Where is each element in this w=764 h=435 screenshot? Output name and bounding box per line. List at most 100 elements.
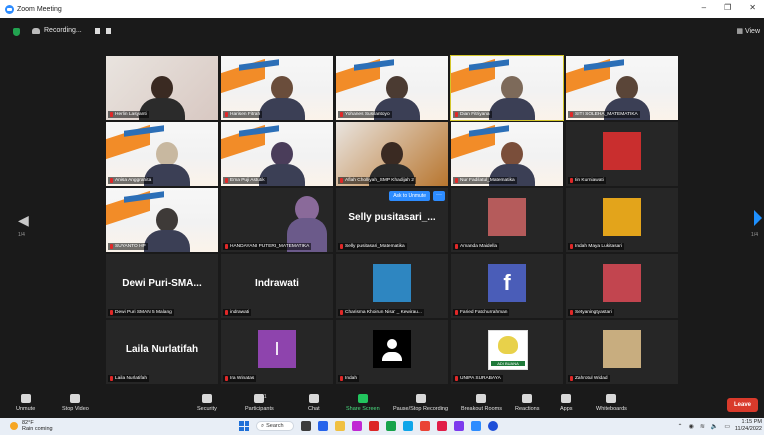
participant-name-label: Indah Maya Lukitasari	[568, 243, 624, 250]
wifi-icon[interactable]: ≋	[700, 423, 705, 430]
share-screen-button[interactable]: Share Screen	[346, 394, 380, 412]
participant-tile[interactable]: Nur Fadilatul_Matematika	[451, 122, 563, 186]
weather-widget[interactable]: 82°F Rain coming	[10, 420, 53, 432]
windows-taskbar: 82°F Rain coming ⌕ Search ⌃ ◉ ≋ 🔈 ▭ 1:15…	[0, 418, 764, 435]
pause-recording-button[interactable]: Pause/Stop Recording	[393, 394, 448, 412]
app-icon[interactable]	[369, 421, 379, 431]
participant-video	[259, 76, 305, 120]
participant-tile[interactable]: Setyaningtyastari	[566, 254, 678, 318]
muted-mic-icon	[570, 112, 573, 117]
participant-name-label: Setyaningtyastari	[568, 309, 614, 316]
more-options-button[interactable]: ···	[433, 191, 445, 201]
participant-tile[interactable]: Selly pusitasari_... Ask to Unmute ··· Sell…	[336, 188, 448, 252]
widgets-icon[interactable]	[318, 421, 328, 431]
participant-tile[interactable]: Zahrotul Widad	[566, 320, 678, 384]
participant-tile[interactable]: Anisa Anggrahita	[106, 122, 218, 186]
windows-start-icon[interactable]	[239, 421, 249, 431]
participant-tile[interactable]: Charisma Khoirun Nisa' _ Kewirau...	[336, 254, 448, 318]
window-title: Zoom Meeting	[17, 5, 62, 13]
reactions-label: Reactions	[515, 406, 540, 412]
pause-stop-icon	[415, 394, 426, 403]
view-button[interactable]: ▦ View	[736, 27, 760, 36]
next-page-arrow[interactable]	[754, 210, 762, 226]
participant-tile[interactable]: Iin Kurniawati	[566, 122, 678, 186]
participant-tile[interactable]: Laila Nurlatifah Laila Nurlatifah	[106, 320, 218, 384]
participant-tile[interactable]: ADI BUANA UNIPA SURABAYA	[451, 320, 563, 384]
participants-button[interactable]: 31 Participants	[245, 394, 274, 412]
participant-name: Iin Kurniawati	[575, 178, 604, 183]
muted-mic-icon	[340, 178, 343, 183]
recording-indicator[interactable]: Recording...	[32, 27, 82, 34]
participant-name: Indah	[345, 376, 358, 381]
muted-mic-icon	[110, 376, 113, 381]
app-icon[interactable]	[352, 421, 362, 431]
participant-tile[interactable]: Indrawati indrawati	[221, 254, 333, 318]
zoom-logo-icon	[5, 4, 14, 14]
security-button[interactable]: Security	[197, 394, 217, 412]
participant-tile[interactable]: SUYANTO HP	[106, 188, 218, 252]
participant-tile[interactable]: Dian Fitriyana	[450, 55, 564, 121]
tray-app-icon[interactable]: ◉	[689, 423, 694, 430]
participant-tile[interactable]: Indah	[336, 320, 448, 384]
participant-name: SITI SOLEHA_MATEMATIKA	[575, 112, 638, 117]
restore-icon[interactable]: ❐	[724, 3, 731, 12]
participant-name: Selly pusitasari_Matematika	[345, 244, 405, 249]
participant-tile[interactable]: Ema Puji Astutik	[221, 122, 333, 186]
unmute-button[interactable]: Unmute	[16, 394, 35, 412]
chat-bubble-icon	[308, 394, 319, 403]
search-icon: ⌕	[261, 422, 265, 429]
muted-mic-icon	[455, 244, 458, 249]
volume-icon[interactable]: 🔈	[711, 423, 718, 430]
muted-mic-icon	[340, 310, 343, 315]
participant-tile[interactable]: f Faried Fatchurrahman	[451, 254, 563, 318]
file-explorer-icon[interactable]	[335, 421, 345, 431]
participant-tile[interactable]: Harisen Fitrah	[221, 56, 333, 120]
participant-tile[interactable]: I Ira Winatas	[221, 320, 333, 384]
stop-recording-icon[interactable]	[106, 28, 111, 34]
participant-name-label: Dian Fitriyana	[453, 111, 492, 118]
leave-button[interactable]: Leave	[726, 398, 758, 412]
participant-tile[interactable]: Amanda Maidella	[451, 188, 563, 252]
participant-tile[interactable]: Herlin Lasyanti	[106, 56, 218, 120]
ask-to-unmute-button[interactable]: Ask to Unmute	[389, 191, 430, 201]
participant-tile[interactable]: HANDAYANI PUTERI_MATEMATIKA	[221, 188, 333, 252]
stop-video-label: Stop Video	[62, 406, 89, 412]
participant-head	[156, 142, 178, 166]
security-shield-icon[interactable]	[13, 28, 20, 36]
taskbar-search[interactable]: ⌕ Search	[256, 421, 294, 431]
participant-avatar	[603, 330, 641, 368]
minimize-icon[interactable]: –	[702, 3, 706, 12]
participant-name-label: Nur Fadilatul_Matematika	[453, 177, 517, 184]
close-icon[interactable]: ✕	[749, 3, 756, 12]
participant-display-name: Dewi Puri-SMA...	[122, 278, 202, 289]
zoom-app-icon[interactable]	[471, 421, 481, 431]
share-screen-label: Share Screen	[346, 406, 380, 412]
app-icon[interactable]	[488, 421, 498, 431]
previous-page-arrow[interactable]: ◀	[18, 212, 29, 229]
system-clock[interactable]: 1:15 PM 11/24/2022	[735, 419, 762, 433]
participant-head	[271, 142, 293, 166]
breakout-rooms-button[interactable]: Breakout Rooms	[461, 394, 502, 412]
security-label: Security	[197, 406, 217, 412]
whiteboards-button[interactable]: Whiteboards	[596, 394, 627, 412]
apps-button[interactable]: Apps	[560, 394, 573, 412]
chrome-browser-icon[interactable]	[420, 421, 430, 431]
app-icon[interactable]	[437, 421, 447, 431]
app-icon[interactable]	[386, 421, 396, 431]
participant-tile[interactable]: Dewi Puri-SMA... Dewi Puri SMAN 5 Malang	[106, 254, 218, 318]
participant-tile[interactable]: Indah Maya Lukitasari	[566, 188, 678, 252]
chat-button[interactable]: Chat	[308, 394, 320, 412]
participant-tile[interactable]: Yohanes Susilantoyo	[336, 56, 448, 120]
app-icon[interactable]	[454, 421, 464, 431]
meeting-status-bar: Recording... ▦ View	[0, 18, 764, 46]
participant-tile[interactable]: SITI SOLEHA_MATEMATIKA	[566, 56, 678, 120]
participant-head	[501, 142, 523, 166]
chevron-up-icon[interactable]: ⌃	[678, 423, 683, 430]
pause-recording-icon[interactable]	[95, 28, 100, 34]
stop-video-button[interactable]: Stop Video	[62, 394, 89, 412]
reactions-button[interactable]: Reactions	[515, 394, 539, 412]
battery-icon[interactable]: ▭	[724, 423, 730, 430]
participant-tile[interactable]: Aflah Cholliyah_SMP Khadijah 2	[336, 122, 448, 186]
edge-browser-icon[interactable]	[403, 421, 413, 431]
task-view-icon[interactable]	[301, 421, 311, 431]
